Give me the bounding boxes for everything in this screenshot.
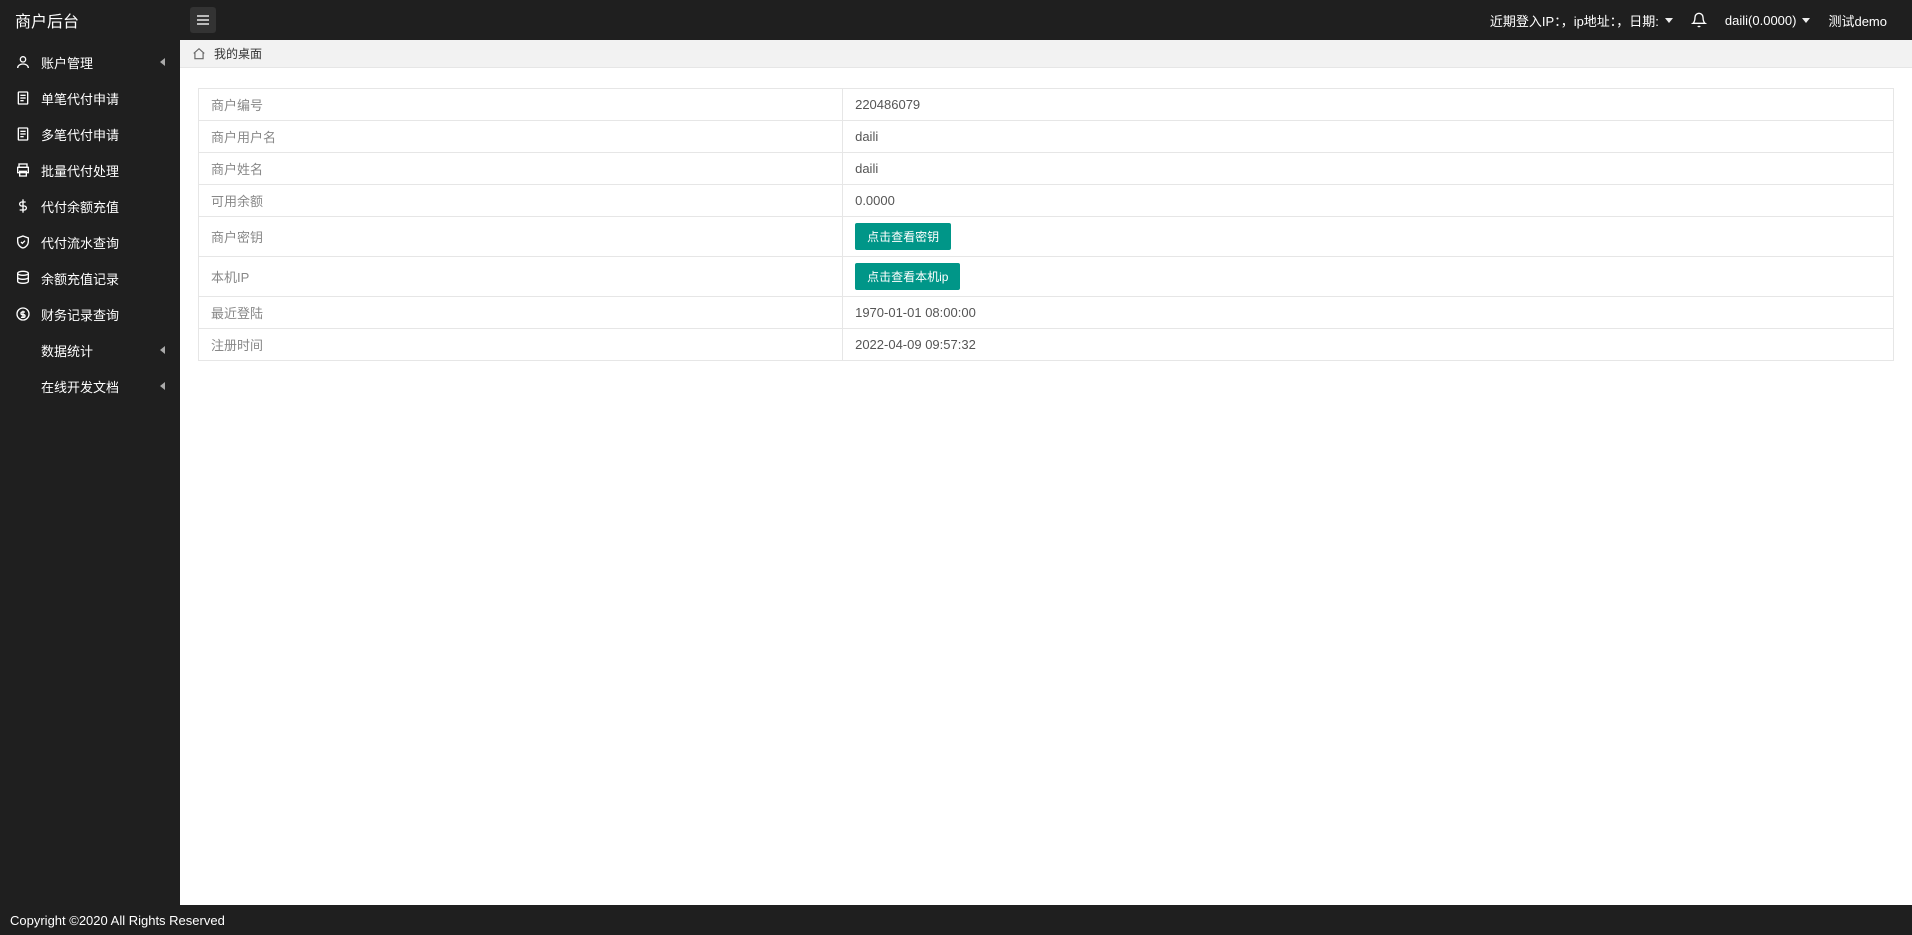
bell-icon	[1691, 12, 1707, 28]
info-label: 最近登陆	[199, 297, 843, 329]
logo: 商户后台	[0, 0, 180, 40]
breadcrumb-title: 我的桌面	[214, 45, 262, 62]
table-row: 本机IP 点击查看本机ip	[199, 257, 1894, 297]
info-value: 2022-04-09 09:57:32	[843, 329, 1894, 361]
user-label: daili(0.0000)	[1725, 13, 1797, 28]
table-row: 注册时间2022-04-09 09:57:32	[199, 329, 1894, 361]
caret-down-icon	[1802, 18, 1810, 23]
sidebar-item-label: 账户管理	[41, 53, 93, 72]
info-value: 点击查看本机ip	[843, 257, 1894, 297]
sidebar-item-7[interactable]: 财务记录查询	[0, 296, 180, 332]
info-label: 注册时间	[199, 329, 843, 361]
dollar-icon	[15, 198, 31, 214]
info-value: 220486079	[843, 89, 1894, 121]
info-value: 点击查看密钥	[843, 217, 1894, 257]
info-label: 商户编号	[199, 89, 843, 121]
caret-down-icon	[1665, 18, 1673, 23]
table-row: 商户姓名daili	[199, 153, 1894, 185]
file-icon	[15, 90, 31, 106]
chevron-left-icon	[160, 58, 165, 66]
sidebar-item-8[interactable]: 数据统计	[0, 332, 180, 368]
db-icon	[15, 270, 31, 286]
home-icon	[192, 47, 206, 61]
chevron-left-icon	[160, 346, 165, 354]
footer-text: Copyright ©2020 All Rights Reserved	[10, 913, 225, 928]
sidebar-item-label: 多笔代付申请	[41, 125, 119, 144]
table-row: 最近登陆1970-01-01 08:00:00	[199, 297, 1894, 329]
info-label: 商户密钥	[199, 217, 843, 257]
sidebar-item-label: 代付余额充值	[41, 197, 119, 216]
user-dropdown[interactable]: daili(0.0000)	[1725, 13, 1811, 28]
breadcrumb: 我的桌面	[180, 40, 1912, 68]
sidebar-item-label: 单笔代付申请	[41, 89, 119, 108]
info-value: 0.0000	[843, 185, 1894, 217]
blank-icon	[15, 342, 31, 358]
blank-icon	[15, 378, 31, 394]
sidebar-item-4[interactable]: 代付余额充值	[0, 188, 180, 224]
sidebar-item-5[interactable]: 代付流水查询	[0, 224, 180, 260]
login-info-text: 近期登入IP：，ip地址：，日期:	[1490, 11, 1659, 30]
table-row: 商户用户名daili	[199, 121, 1894, 153]
table-row: 可用余额0.0000	[199, 185, 1894, 217]
menu-icon	[195, 12, 211, 28]
info-label: 可用余额	[199, 185, 843, 217]
sidebar-item-0[interactable]: 账户管理	[0, 44, 180, 80]
main-content: 我的桌面 商户编号220486079商户用户名daili商户姓名daili可用余…	[180, 40, 1912, 905]
sidebar-item-1[interactable]: 单笔代付申请	[0, 80, 180, 116]
test-demo-label: 测试demo	[1828, 11, 1887, 30]
view-button-4[interactable]: 点击查看密钥	[855, 223, 951, 250]
dollar-circle-icon	[15, 306, 31, 322]
info-label: 本机IP	[199, 257, 843, 297]
view-button-5[interactable]: 点击查看本机ip	[855, 263, 960, 290]
info-value: 1970-01-01 08:00:00	[843, 297, 1894, 329]
footer: Copyright ©2020 All Rights Reserved	[0, 905, 1912, 935]
info-value: daili	[843, 153, 1894, 185]
sidebar: 账户管理单笔代付申请多笔代付申请批量代付处理代付余额充值代付流水查询余额充值记录…	[0, 40, 180, 905]
sidebar-item-label: 财务记录查询	[41, 305, 119, 324]
file-icon	[15, 126, 31, 142]
sidebar-item-9[interactable]: 在线开发文档	[0, 368, 180, 404]
info-label: 商户姓名	[199, 153, 843, 185]
table-row: 商户密钥点击查看密钥	[199, 217, 1894, 257]
merchant-info-table: 商户编号220486079商户用户名daili商户姓名daili可用余额0.00…	[198, 88, 1894, 361]
sidebar-item-6[interactable]: 余额充值记录	[0, 260, 180, 296]
menu-toggle-button[interactable]	[190, 7, 216, 33]
test-demo-link[interactable]: 测试demo	[1828, 11, 1887, 30]
info-value: daili	[843, 121, 1894, 153]
table-row: 商户编号220486079	[199, 89, 1894, 121]
notifications-button[interactable]	[1691, 12, 1707, 28]
login-info-dropdown[interactable]: 近期登入IP：，ip地址：，日期:	[1490, 11, 1673, 30]
sidebar-item-3[interactable]: 批量代付处理	[0, 152, 180, 188]
sidebar-item-label: 余额充值记录	[41, 269, 119, 288]
info-label: 商户用户名	[199, 121, 843, 153]
shield-icon	[15, 234, 31, 250]
sidebar-item-label: 在线开发文档	[41, 377, 119, 396]
sidebar-item-2[interactable]: 多笔代付申请	[0, 116, 180, 152]
print-icon	[15, 162, 31, 178]
sidebar-item-label: 代付流水查询	[41, 233, 119, 252]
chevron-left-icon	[160, 382, 165, 390]
sidebar-item-label: 数据统计	[41, 341, 93, 360]
sidebar-item-label: 批量代付处理	[41, 161, 119, 180]
user-icon	[15, 54, 31, 70]
header: 商户后台 近期登入IP：，ip地址：，日期: daili(0.0000) 测试d…	[0, 0, 1912, 40]
